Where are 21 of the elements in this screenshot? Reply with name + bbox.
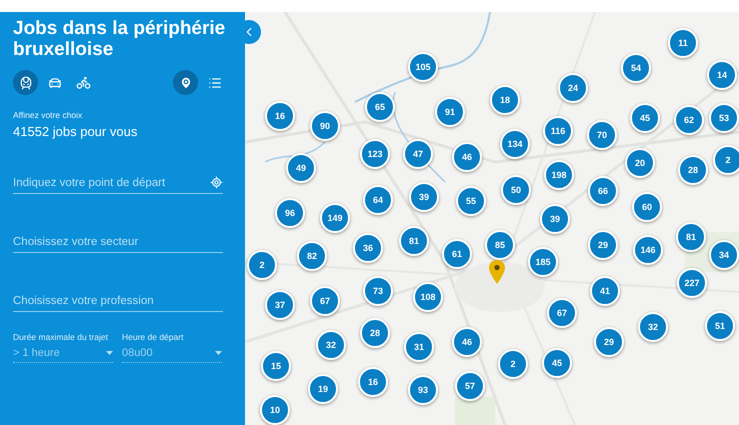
start-point-field[interactable]: Indiquez votre point de départ <box>13 172 223 194</box>
select-label: Durée maximale du trajet <box>13 332 109 342</box>
locate-icon[interactable] <box>210 176 223 190</box>
list-icon <box>208 76 222 90</box>
job-count: 41552 jobs pour vous <box>13 124 138 139</box>
subtitle: Affinez votre choix <box>13 110 84 120</box>
caret-icon <box>215 350 222 355</box>
caret-icon <box>106 350 113 355</box>
select-label: Heure de départ <box>122 332 184 342</box>
map-pin-icon <box>178 76 192 90</box>
train-icon <box>18 76 32 90</box>
map-pin-icon <box>489 260 505 284</box>
select-field[interactable]: 08u00 <box>122 344 222 363</box>
train-mode-button[interactable] <box>13 70 38 96</box>
input-field[interactable]: Choisissez votre secteur <box>13 232 223 253</box>
input-field[interactable]: Choisissez votre profession <box>13 290 223 312</box>
bike-icon <box>76 75 91 90</box>
panel-title: Jobs dans la périphérie bruxelloise <box>13 18 226 61</box>
select-field[interactable]: > 1 heure <box>13 344 113 363</box>
car-icon <box>48 76 62 90</box>
map-view-button[interactable] <box>173 70 198 96</box>
